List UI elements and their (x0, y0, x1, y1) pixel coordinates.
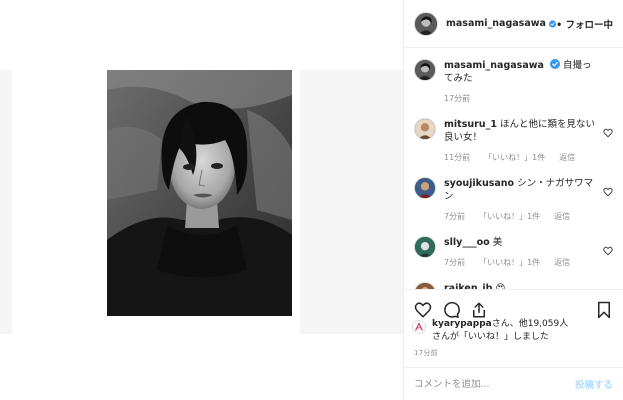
post-timestamp[interactable]: 17分前 (414, 348, 438, 358)
comment-username[interactable]: slly___oo (444, 237, 490, 248)
comments-list[interactable]: masami_nagasawa 自撮ってみた 17分前 mitsuru_1 ほん… (404, 49, 623, 289)
commenter-avatar[interactable] (414, 118, 436, 140)
add-comment-bar: 投稿する (404, 367, 623, 400)
likes-count-text[interactable]: さん、他19,059人 (492, 319, 569, 329)
comment-like-heart-icon[interactable] (603, 128, 613, 138)
verified-badge-icon (548, 19, 557, 28)
post-side-panel: masami_nagasawa • フォロー中 masami_nagasawa … (403, 0, 623, 400)
comment-item: syoujikusano シン・ナガサワマン 7分前 「いいね！」1件 返信 (414, 177, 613, 222)
comment-item: raiken_ib 😍 (414, 282, 613, 289)
comment-like-heart-icon[interactable] (603, 187, 613, 197)
comment-item: mitsuru_1 ほんと他に類を見ない良い女！ 11分前 「いいね！」1件 返… (414, 118, 613, 163)
reply-button[interactable]: 返信 (554, 211, 570, 222)
comment-like-heart-icon[interactable] (603, 246, 613, 256)
likes-text: kyarypappaさん、他19,059人 さんが「いいね！」しました (432, 318, 568, 344)
comment-bubble-icon (444, 301, 460, 318)
comment-username[interactable]: syoujikusano (444, 178, 514, 189)
comment-time[interactable]: 7分前 (444, 211, 465, 222)
post-comment-button[interactable]: 投稿する (575, 377, 613, 391)
share-upload-icon (473, 302, 485, 317)
likes-suffix-text: さんが「いいね！」しました (432, 332, 550, 342)
comment-likes[interactable]: 「いいね！」1件 (479, 257, 540, 268)
post-header: masami_nagasawa • フォロー中 (404, 0, 623, 48)
comment-input[interactable] (414, 378, 575, 390)
liker-username[interactable]: kyarypappa (432, 319, 492, 329)
comment-likes[interactable]: 「いいね！」1件 (484, 152, 545, 163)
commenter-avatar[interactable] (414, 282, 436, 289)
author-username[interactable]: masami_nagasawa (446, 18, 546, 29)
comment-time[interactable]: 11分前 (444, 152, 470, 163)
media-background-left (0, 70, 12, 334)
likes-summary: kyarypappaさん、他19,059人 さんが「いいね！」しました (412, 318, 615, 344)
selfie-image (107, 70, 292, 316)
commenter-avatar[interactable] (414, 236, 436, 258)
caption-meta: 17分前 (444, 93, 599, 104)
caption-text-line: masami_nagasawa 自撮ってみた (444, 59, 599, 85)
reply-button[interactable]: 返信 (559, 152, 575, 163)
comment-item: slly___oo 美 7分前 「いいね！」1件 返信 (414, 236, 613, 268)
bookmark-icon (598, 301, 610, 318)
author-avatar[interactable] (414, 11, 438, 36)
heart-icon (414, 301, 432, 317)
liker-avatar[interactable] (412, 320, 426, 334)
media-area (0, 0, 403, 400)
verified-badge-icon (549, 59, 560, 69)
caption-time[interactable]: 17分前 (444, 93, 470, 104)
comment-text: 美 (492, 237, 503, 248)
comment-username[interactable]: mitsuru_1 (444, 119, 497, 130)
commenter-avatar[interactable] (414, 177, 436, 199)
following-status[interactable]: • フォロー中 (556, 17, 613, 31)
comment-time[interactable]: 7分前 (444, 257, 465, 268)
caption-avatar[interactable] (414, 59, 436, 81)
comment-likes[interactable]: 「いいね！」1件 (479, 211, 540, 222)
post-photo[interactable] (107, 70, 292, 316)
reply-button[interactable]: 返信 (554, 257, 570, 268)
caption-item: masami_nagasawa 自撮ってみた 17分前 (414, 59, 613, 104)
caption-username[interactable]: masami_nagasawa (444, 60, 544, 71)
media-background-right (300, 70, 403, 334)
